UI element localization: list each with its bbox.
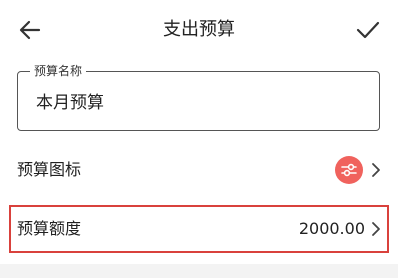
chevron-right-icon [371,162,381,178]
check-icon [356,21,380,39]
budget-name-input[interactable] [36,90,356,110]
confirm-button[interactable] [352,14,384,46]
budget-amount-row[interactable]: 预算额度 2000.00 [0,206,398,252]
budget-amount-label: 预算额度 [17,219,82,238]
bottom-divider [0,264,398,278]
budget-amount-value: 2000.00 [298,219,365,238]
budget-icon-badge[interactable] [335,156,363,184]
sliders-icon [341,163,357,177]
budget-icon-label: 预算图标 [17,160,82,179]
top-app-bar: 支出预算 [0,0,398,58]
budget-name-legend: 预算名称 [30,62,87,80]
budget-name-field[interactable]: 预算名称 [17,62,380,131]
page-title: 支出预算 [163,19,235,40]
chevron-right-icon [371,221,381,237]
expense-budget-screen: 支出预算 预算名称 预算图标 预算额度 2000.00 [0,0,398,278]
